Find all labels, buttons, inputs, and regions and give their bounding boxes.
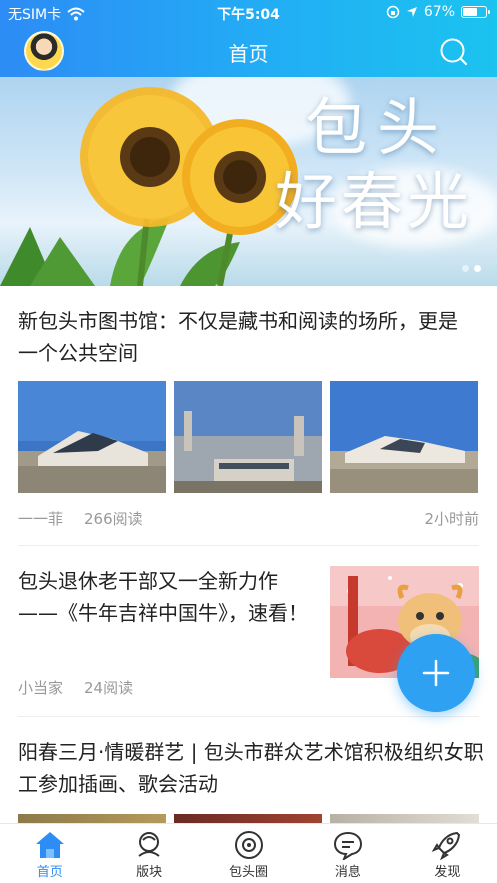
message-icon xyxy=(333,831,362,860)
app-screen: 无SIM卡 下午5:04 67% 首页 包头 好春光 新包头市图书馆：不仅是藏书… xyxy=(0,0,497,883)
carousel-indicator xyxy=(462,265,481,272)
tab-messages[interactable]: 消息 xyxy=(298,824,397,883)
battery-fill xyxy=(463,8,478,16)
article-reads: 266阅读 xyxy=(84,510,143,528)
article-title[interactable]: 阳春三月·情暖群艺 | 包头市群众艺术馆积极组织女职工参加插画、歌会活动 xyxy=(18,736,488,800)
header: 无SIM卡 下午5:04 67% 首页 xyxy=(0,0,497,77)
battery-icon xyxy=(461,6,490,18)
nav-bar: 首页 xyxy=(0,26,497,77)
carousel-dot[interactable] xyxy=(462,265,469,272)
carousel-dot[interactable] xyxy=(474,265,481,272)
tab-label: 版块 xyxy=(136,865,163,880)
home-icon xyxy=(35,832,64,858)
divider xyxy=(18,545,479,546)
tab-label: 发现 xyxy=(434,865,461,880)
tab-boards[interactable]: 版块 xyxy=(99,824,198,883)
banner-line-1: 包头 xyxy=(304,91,449,164)
tab-label: 首页 xyxy=(36,865,63,880)
banner-headline: 包头 好春光 xyxy=(275,91,473,240)
circle-icon xyxy=(234,831,263,859)
article-time: 2小时前 xyxy=(424,510,479,528)
orientation-lock-icon xyxy=(386,5,400,19)
article-reads: 24阅读 xyxy=(84,679,134,697)
article-title[interactable]: 新包头市图书馆：不仅是藏书和阅读的场所，更是一个公共空间 xyxy=(18,305,458,369)
tab-label: 包头圈 xyxy=(229,865,269,880)
article-title[interactable]: 包头退休老干部又一全新力作——《牛年吉祥中国牛》，速看！ xyxy=(18,565,313,629)
library-photo-1[interactable] xyxy=(18,381,166,493)
rocket-icon xyxy=(431,831,461,860)
tab-home[interactable]: 首页 xyxy=(0,824,99,883)
banner-carousel[interactable]: 包头 好春光 xyxy=(0,77,497,286)
page-title: 首页 xyxy=(228,42,269,66)
article-author: 一一菲 xyxy=(18,510,64,528)
library-photo-3[interactable] xyxy=(330,381,478,493)
tab-baotou-circle[interactable]: 包头圈 xyxy=(199,824,298,883)
search-icon[interactable] xyxy=(439,37,469,67)
article-author: 小当家 xyxy=(18,679,64,697)
plus-icon xyxy=(422,659,450,687)
bottom-tab-bar: 首页 版块 包头圈 消息 发现 xyxy=(0,823,497,883)
add-post-button[interactable] xyxy=(397,634,475,712)
banner-line-2: 好春光 xyxy=(274,165,473,239)
location-icon xyxy=(406,7,417,17)
article-thumbnails[interactable] xyxy=(18,381,478,493)
status-bar: 无SIM卡 下午5:04 67% xyxy=(0,0,497,26)
tab-discover[interactable]: 发现 xyxy=(398,824,497,883)
board-icon xyxy=(138,832,160,857)
battery-percent: 67% xyxy=(423,4,455,20)
tab-label: 消息 xyxy=(334,865,361,880)
library-photo-2[interactable] xyxy=(174,381,322,493)
divider xyxy=(18,716,479,717)
